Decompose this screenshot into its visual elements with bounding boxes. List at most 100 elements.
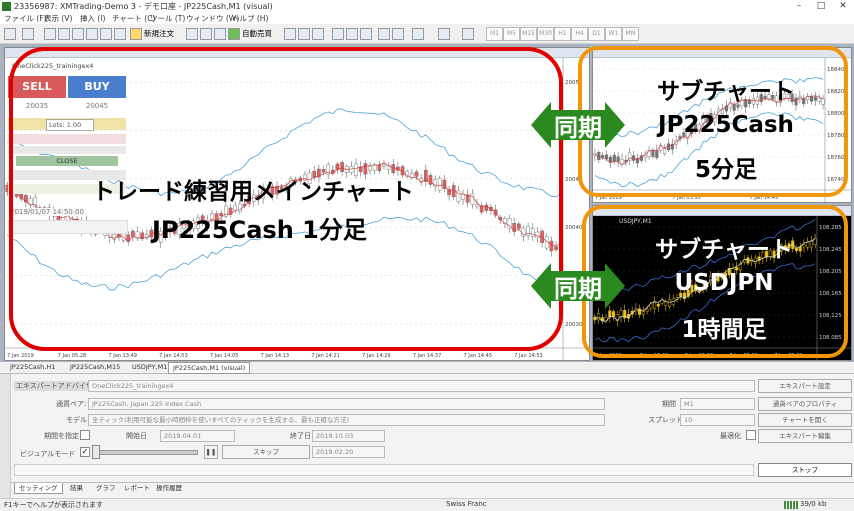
speed-slider-track[interactable]	[96, 450, 198, 455]
menu-file[interactable]: ファイル (F)	[4, 13, 47, 24]
periods-icon[interactable]	[438, 28, 450, 40]
sync-label-1: 同期	[554, 114, 602, 142]
tf-w1[interactable]: W1	[605, 27, 622, 41]
time-tick-label: 7 Jan 14:29	[362, 353, 390, 359]
spread-select[interactable]: 10	[680, 414, 755, 426]
time-tick-label: 7 Jan 05:28	[58, 353, 86, 359]
skip-button[interactable]: スキップ	[222, 445, 310, 459]
tf-mn[interactable]: MN	[622, 27, 639, 41]
signals-icon[interactable]	[200, 28, 212, 40]
tester-panel: エキスパートアドバイザ OneClick225_trainingex4 エキスパ…	[0, 374, 854, 498]
model-label: モデル	[66, 416, 87, 424]
time-tick-label: 7 Jan 14:05	[210, 353, 238, 359]
spread-label: スプレッド	[648, 416, 683, 424]
tf-m15[interactable]: M15	[520, 27, 537, 41]
period-select[interactable]: M1	[680, 398, 755, 410]
chart-tab-2[interactable]: JP225Cash,M15	[66, 362, 124, 372]
skip-date[interactable]: 2019.02.20	[312, 446, 385, 458]
new-chart-icon[interactable]	[4, 28, 16, 40]
market-icon[interactable]	[214, 28, 226, 40]
maximize-button[interactable]: □	[810, 0, 832, 13]
auto-trade-button[interactable]: 自動売買	[242, 27, 272, 40]
time-tick-label: 7 Jan 2019	[7, 353, 34, 359]
visual-mode-label: ビジュアルモード	[20, 450, 76, 458]
period-label: 期間	[662, 400, 676, 408]
sub2-annotation-line1: サブチャート	[655, 237, 793, 263]
candle-chart-icon[interactable]	[298, 28, 310, 40]
terminal-icon[interactable]	[86, 28, 98, 40]
pause-button[interactable]: ❚❚	[204, 445, 218, 459]
ea-select[interactable]: OneClick225_trainingex4	[88, 380, 755, 392]
sync-label-2: 同期	[554, 275, 602, 303]
profiles-icon[interactable]	[22, 28, 34, 40]
from-date[interactable]: 2019.04.01	[160, 430, 235, 442]
navigator-icon[interactable]	[72, 28, 84, 40]
chart-tab-3[interactable]: USDJPY,M1	[128, 362, 171, 372]
menu-tools[interactable]: ツール (T)	[150, 13, 185, 24]
data-window-icon[interactable]	[58, 28, 70, 40]
menu-insert[interactable]: 挿入 (I)	[80, 13, 105, 24]
tester-tab-graph[interactable]: グラフ	[92, 483, 120, 493]
tester-tabs: セッティング 結果 グラフ レポート 操作履歴	[10, 482, 854, 495]
tf-m30[interactable]: M30	[537, 27, 554, 41]
menu-help[interactable]: ヘルプ (H)	[232, 13, 268, 24]
model-select[interactable]: 全ティック(利用可能な最小時間枠を使いすべてのティックを生成する、最も正確な方法…	[88, 414, 605, 426]
time-tick-label: 7 Jan 13:49	[108, 353, 136, 359]
tf-h4[interactable]: H4	[571, 27, 588, 41]
speed-slider-thumb[interactable]	[92, 445, 100, 459]
templates-icon[interactable]	[462, 28, 474, 40]
editor-icon[interactable]	[114, 28, 126, 40]
menu-chart[interactable]: チャート (C)	[112, 13, 155, 24]
symbol-props-button[interactable]: 通貨ペアのプロパティ	[758, 397, 852, 411]
tf-h1[interactable]: H1	[554, 27, 571, 41]
time-tick-label: 7 Jan 14:45	[464, 353, 492, 359]
toolbar: 新規注文 自動売買 M1 M5 M15 M30 H1 H4 D1 W1 MN	[0, 24, 854, 44]
expert-settings-button[interactable]: エキスパート設定	[758, 379, 852, 393]
chart-shift-icon[interactable]	[392, 28, 404, 40]
bar-chart-icon[interactable]	[284, 28, 296, 40]
autoscroll-icon[interactable]	[378, 28, 390, 40]
tester-tab-results[interactable]: 結果	[66, 483, 87, 493]
date-range-checkbox[interactable]	[80, 430, 90, 440]
tf-m1[interactable]: M1	[486, 27, 503, 41]
tf-d1[interactable]: D1	[588, 27, 605, 41]
history-icon[interactable]	[186, 28, 198, 40]
sub1-annotation-line2: JP225Cash	[658, 112, 794, 138]
tester-sidebar	[0, 374, 11, 498]
edit-expert-button[interactable]: エキスパート編集	[758, 429, 852, 443]
zoom-out-icon[interactable]	[346, 28, 358, 40]
new-order-button[interactable]: 新規注文	[144, 27, 174, 40]
main-annotation-line1: トレード練習用メインチャート	[92, 179, 414, 205]
sub2-annotation-line2: USDJPN	[674, 270, 774, 296]
optimize-checkbox[interactable]	[746, 430, 756, 440]
symbol-select[interactable]: JP225Cash, Japan 225 Index Cash	[88, 398, 605, 410]
tf-m5[interactable]: M5	[503, 27, 520, 41]
market-watch-icon[interactable]	[44, 28, 56, 40]
close-button[interactable]: ✕	[832, 0, 854, 13]
price-tick-label: 20040	[565, 225, 583, 231]
open-chart-button[interactable]: チャートを開く	[758, 413, 852, 427]
tester-tab-report[interactable]: レポート	[120, 483, 154, 493]
chart-tab-1[interactable]: JP225Cash,H1	[6, 362, 59, 372]
tester-tab-journal[interactable]: 操作履歴	[152, 483, 186, 493]
indicators-icon[interactable]	[412, 28, 424, 40]
status-font-text: Swiss Franc	[446, 500, 487, 508]
app-icon	[2, 2, 11, 11]
tile-windows-icon[interactable]	[360, 28, 372, 40]
visual-mode-checkbox[interactable]: ✓	[80, 447, 90, 457]
to-date[interactable]: 2019.10.03	[312, 430, 385, 442]
auto-trade-icon	[228, 28, 240, 40]
menu-bar: ファイル (F) 表示 (V) 挿入 (I) チャート (C) ツール (T) …	[0, 13, 854, 24]
tester-icon[interactable]	[100, 28, 112, 40]
stop-button[interactable]: ストップ	[758, 463, 852, 477]
tester-tab-settings[interactable]: セッティング	[14, 483, 63, 494]
line-chart-icon[interactable]	[312, 28, 324, 40]
time-tick-label: 7 Jan 14:03	[159, 353, 187, 359]
chart-tab-4[interactable]: JP225Cash,M1 (visual)	[168, 362, 251, 374]
minimize-button[interactable]: –	[788, 0, 810, 13]
zoom-in-icon[interactable]	[332, 28, 344, 40]
chart-tabs-bar: JP225Cash,H1 JP225Cash,M15 USDJPY,M1 JP2…	[0, 362, 854, 374]
status-traffic-text: 39/0 kb	[800, 500, 827, 508]
menu-view[interactable]: 表示 (V)	[44, 13, 72, 24]
title-bar: 23356987: XMTrading-Demo 3 - デモ口座 - JP22…	[0, 0, 854, 14]
